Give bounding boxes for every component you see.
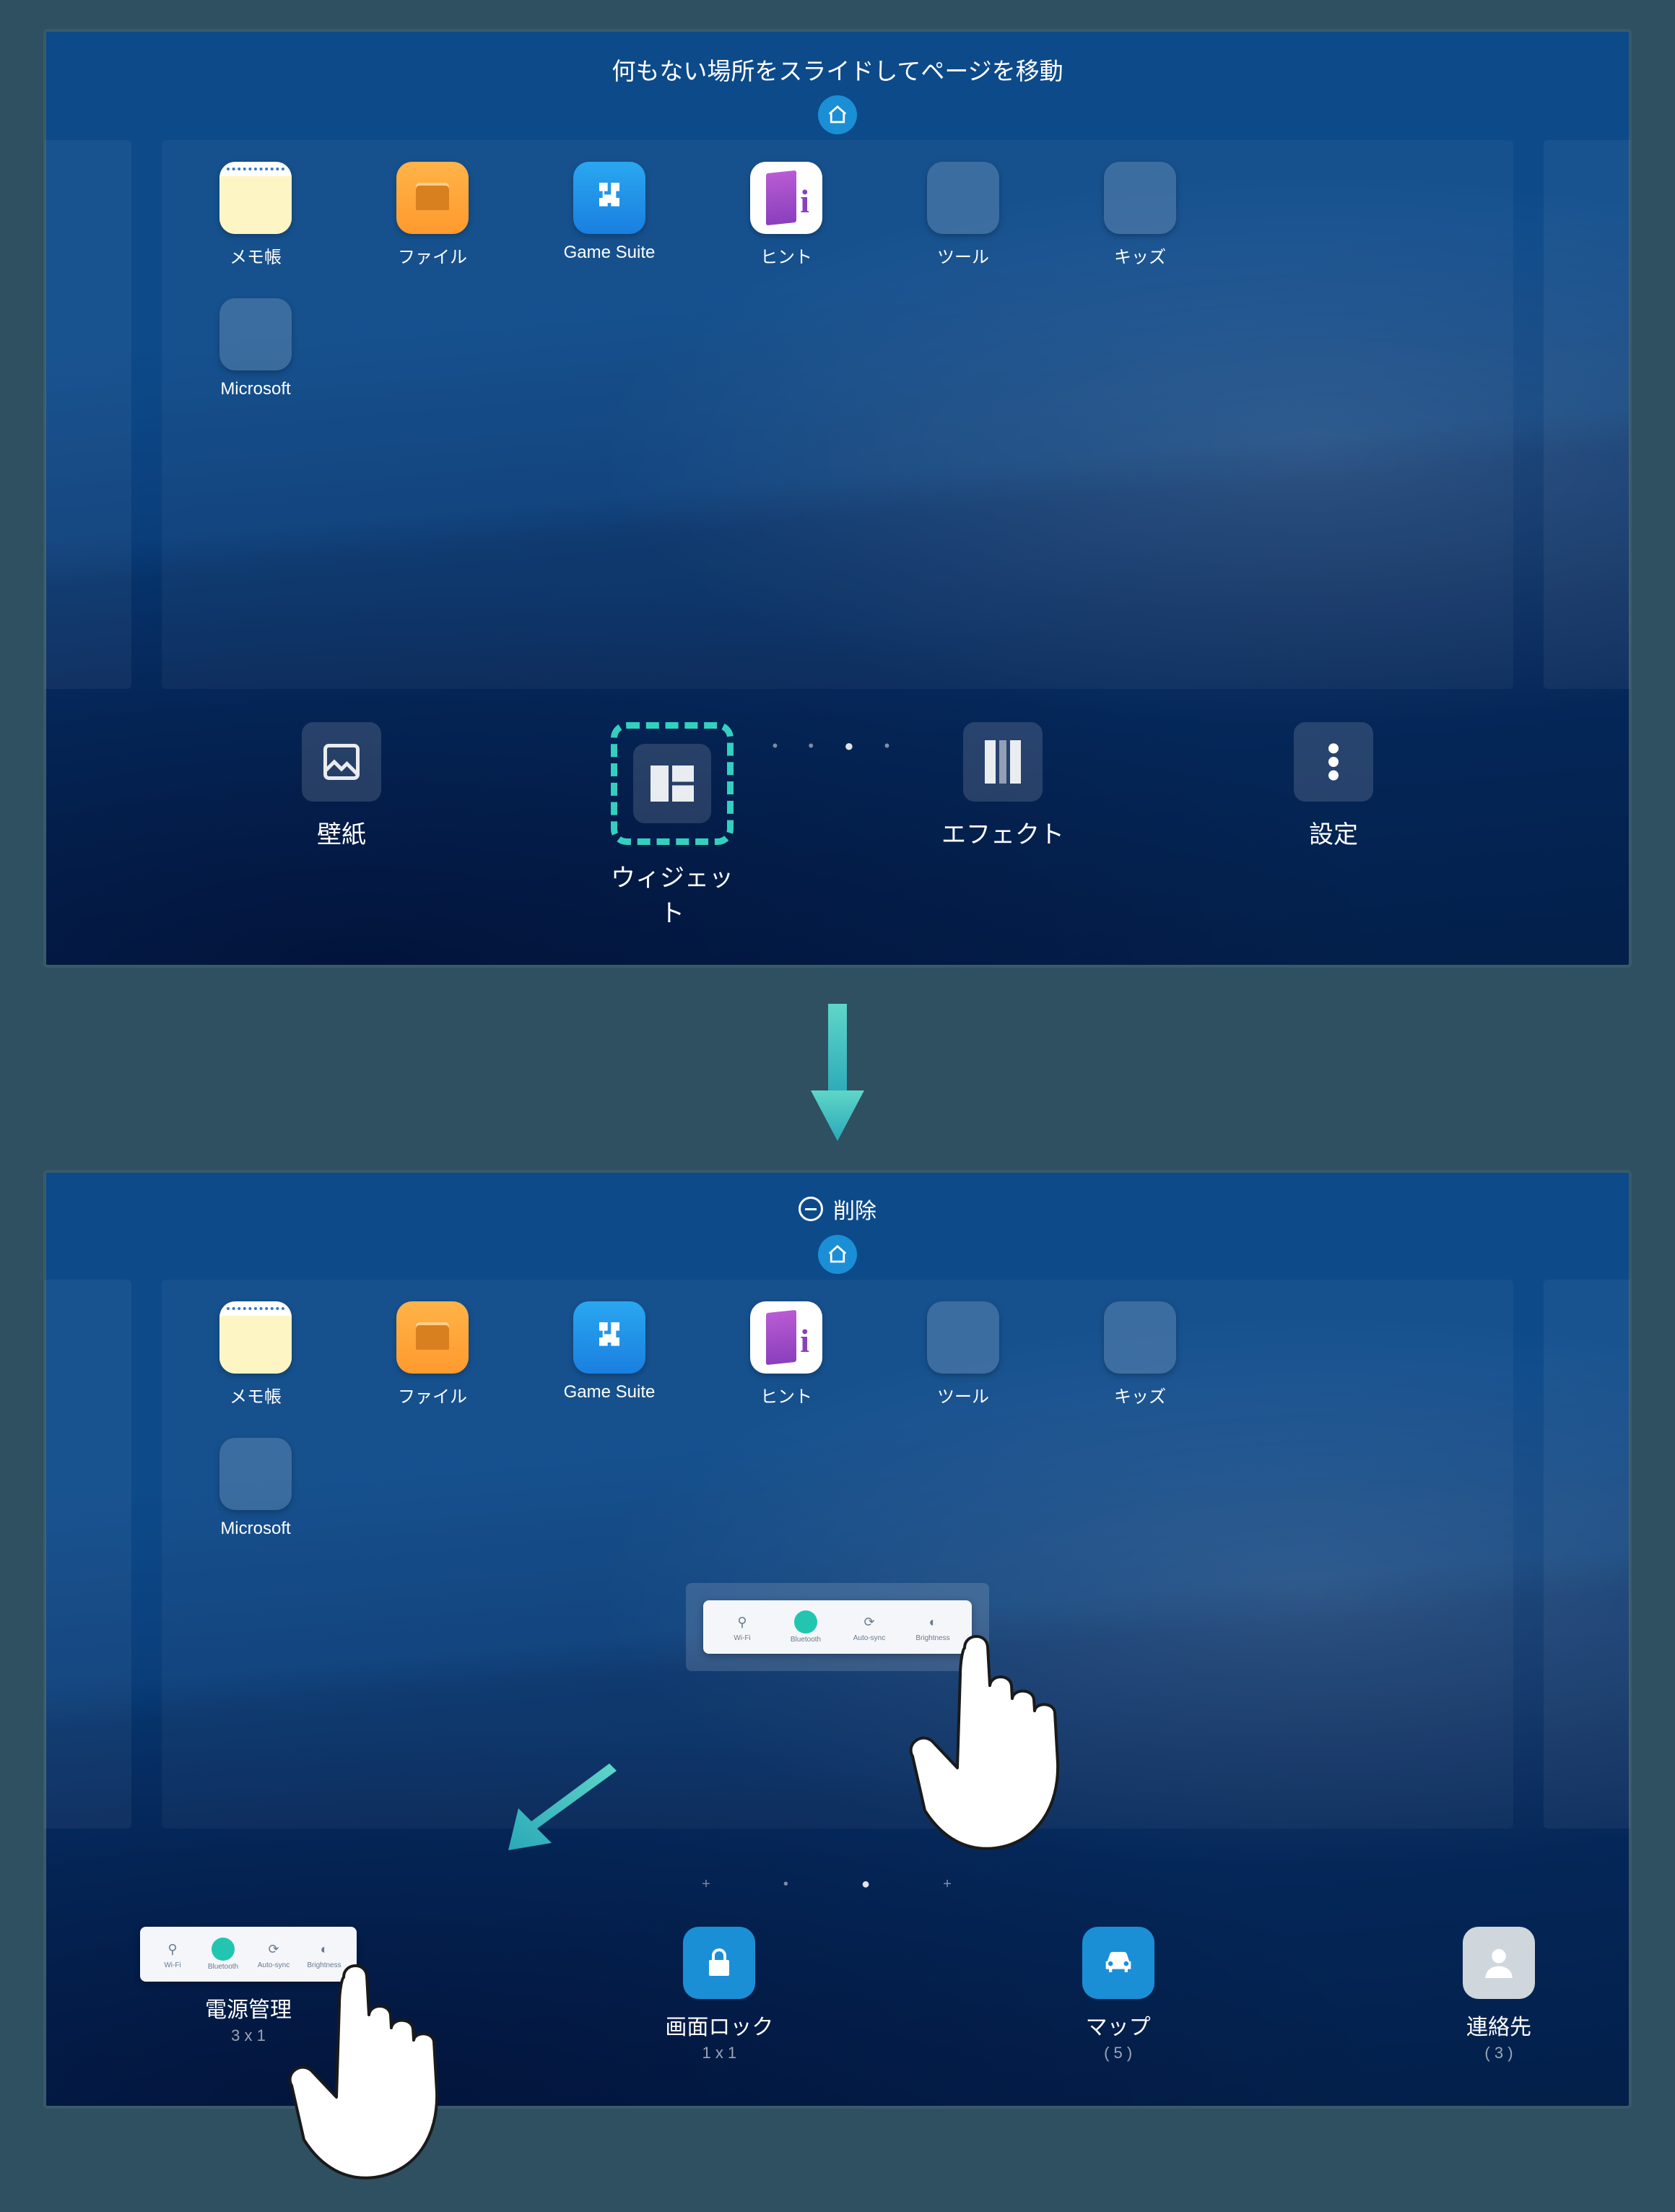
app-memo[interactable]: メモ帳: [201, 1301, 310, 1408]
instruction-text: 何もない場所をスライドしてページを移動: [46, 32, 1629, 95]
widgets-highlight-frame: [611, 722, 734, 845]
app-hints[interactable]: ヒント: [732, 1301, 840, 1408]
folder-microsoft[interactable]: Microsoft: [201, 1438, 310, 1539]
folder-microsoft[interactable]: Microsoft: [201, 298, 310, 399]
folder-tools[interactable]: ツール: [909, 1301, 1017, 1408]
editor-effects[interactable]: エフェクト: [931, 722, 1075, 929]
current-home-page[interactable]: メモ帳 ファイル Game Suite ヒント ツール キッズ Microsof…: [162, 1280, 1513, 1829]
app-hints[interactable]: ヒント: [732, 162, 840, 268]
page-indicator: + • ● +: [46, 1876, 1629, 1893]
editor-wallpaper[interactable]: 壁紙: [269, 722, 414, 929]
adjacent-page-right[interactable]: [1544, 1280, 1630, 1829]
car-icon: [1082, 1927, 1154, 1999]
widget-screen-lock[interactable]: 画面ロック 1 x 1: [665, 1927, 773, 2063]
app-memo[interactable]: メモ帳: [201, 162, 310, 268]
flow-arrow-down-icon: [811, 1004, 864, 1141]
widget-drop-preview[interactable]: ⚲Wi-Fi Bluetooth ⟳Auto-sync ◐Brightness: [686, 1583, 989, 1671]
widget-power-manager[interactable]: ⚲Wi-Fi Bluetooth ⟳Auto-sync ◐Brightness …: [140, 1927, 357, 2045]
home-indicator-icon: [818, 1235, 857, 1274]
touch-gesture-hand-icon: [256, 1948, 443, 2212]
app-files[interactable]: ファイル: [378, 1301, 487, 1408]
tablet-screen-editor: 何もない場所をスライドしてページを移動 メモ帳 ファイル Game Suite …: [43, 29, 1632, 968]
folder-kids[interactable]: キッズ: [1086, 1301, 1194, 1408]
current-home-page[interactable]: メモ帳 ファイル Game Suite ヒント ツール キッズ Microsof…: [162, 140, 1513, 689]
editor-settings[interactable]: 設定: [1261, 722, 1406, 929]
drag-direction-arrow-icon: [508, 1756, 631, 1854]
folder-tools[interactable]: ツール: [909, 162, 1017, 268]
home-indicator-icon: [818, 95, 857, 134]
adjacent-page-left[interactable]: [45, 1280, 131, 1829]
app-files[interactable]: ファイル: [378, 162, 487, 268]
remove-icon: [799, 1197, 823, 1221]
tablet-screen-widget-picker: 削除 メモ帳 ファイル Game Suite ヒント ツール キッズ Micro…: [43, 1170, 1632, 2109]
power-widget-preview: ⚲Wi-Fi Bluetooth ⟳Auto-sync ◐Brightness: [140, 1927, 357, 1982]
app-gamesuite[interactable]: Game Suite: [555, 162, 664, 268]
adjacent-page-left[interactable]: [45, 140, 131, 689]
folder-kids[interactable]: キッズ: [1086, 162, 1194, 268]
lock-icon: [683, 1927, 755, 1999]
widget-contacts[interactable]: 連絡先 ( 3 ): [1463, 1927, 1535, 2063]
app-gamesuite[interactable]: Game Suite: [555, 1301, 664, 1408]
person-icon: [1463, 1927, 1535, 1999]
delete-drop-target[interactable]: 削除: [46, 1173, 1629, 1235]
adjacent-page-right[interactable]: [1544, 140, 1630, 689]
widget-maps[interactable]: マップ ( 5 ): [1082, 1927, 1154, 2063]
editor-widgets[interactable]: ウィジェット: [600, 722, 744, 929]
